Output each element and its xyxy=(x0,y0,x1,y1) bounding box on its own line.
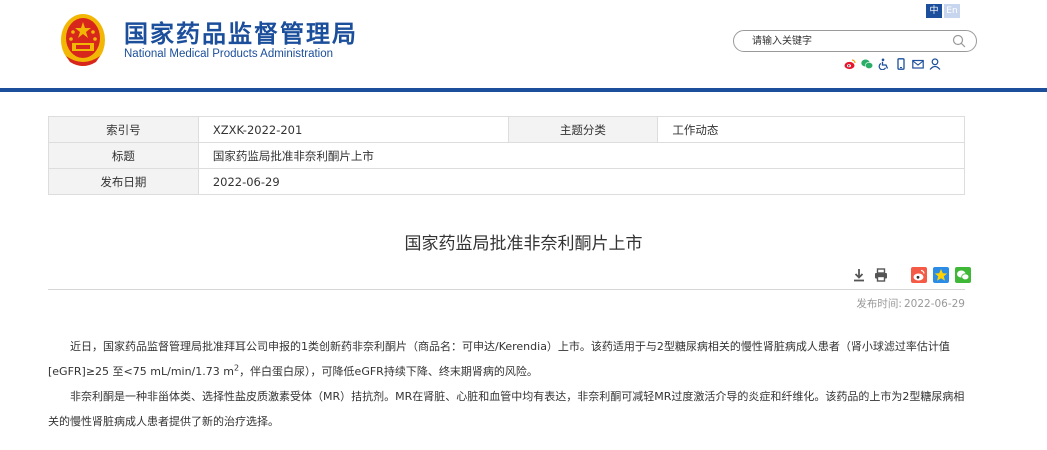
download-icon[interactable] xyxy=(851,267,867,283)
qzone-share-icon[interactable] xyxy=(933,267,949,283)
print-icon[interactable] xyxy=(873,267,889,283)
site-title[interactable]: 国家药品监督管理局 xyxy=(124,14,358,49)
national-emblem-icon[interactable] xyxy=(60,10,106,68)
category-label: 主题分类 xyxy=(507,116,659,143)
publish-time-value: 2022-06-29 xyxy=(903,298,965,310)
search-input[interactable] xyxy=(752,33,942,49)
social-links xyxy=(844,58,941,72)
site-header: 国家药品监督管理局 National Medical Products Admi… xyxy=(0,0,1047,88)
mobile-icon[interactable] xyxy=(895,58,907,70)
category-value: 工作动态 xyxy=(657,116,965,143)
weibo-icon[interactable] xyxy=(844,58,856,70)
paragraph-1-text-b: ，伴白蛋白尿），可降低eGFR持续下降、终末期肾病的风险。 xyxy=(239,365,538,378)
info-table: 索引号 XZXK-2022-201 主题分类 工作动态 标题 国家药监局批准非奈… xyxy=(48,116,966,195)
article-paragraph-2: 非奈利酮是一种非甾体类、选择性盐皮质激素受体（MR）拮抗剂。MR在肾脏、心脏和血… xyxy=(48,390,965,428)
weibo-share-icon[interactable] xyxy=(911,267,927,283)
lang-zh-button[interactable]: 中 xyxy=(926,4,942,18)
info-row-date: 发布日期 2022-06-29 xyxy=(48,168,966,195)
search-icon[interactable] xyxy=(952,34,966,48)
article-title: 国家药监局批准非奈利酮片上市 xyxy=(404,234,643,254)
search-box xyxy=(733,30,977,52)
article-divider xyxy=(48,289,965,290)
index-value: XZXK-2022-201 xyxy=(197,116,509,143)
wechat-share-icon[interactable] xyxy=(955,267,971,283)
header-divider xyxy=(0,88,1047,92)
user-icon[interactable] xyxy=(929,58,941,70)
publish-time-label: 发布时间: xyxy=(856,298,902,310)
date-value: 2022-06-29 xyxy=(197,168,966,195)
article-tools xyxy=(851,266,971,284)
info-row-title: 标题 国家药监局批准非奈利酮片上市 xyxy=(48,142,966,169)
mail-icon[interactable] xyxy=(912,58,924,70)
article-paragraph-1: 近日，国家药品监督管理局批准拜耳公司申报的1类创新药非奈利酮片（商品名：可申达/… xyxy=(48,334,968,384)
date-label: 发布日期 xyxy=(48,168,199,195)
site-subtitle: National Medical Products Administration xyxy=(124,48,334,60)
title-label: 标题 xyxy=(48,142,199,169)
info-row-index: 索引号 XZXK-2022-201 主题分类 工作动态 xyxy=(48,116,965,143)
title-value: 国家药监局批准非奈利酮片上市 xyxy=(197,142,966,169)
accessibility-icon[interactable] xyxy=(878,58,890,70)
publish-time: 发布时间: 2022-06-29 xyxy=(856,296,965,311)
index-label: 索引号 xyxy=(48,116,199,143)
lang-en-button[interactable]: En xyxy=(944,4,960,18)
wechat-icon[interactable] xyxy=(861,58,873,70)
